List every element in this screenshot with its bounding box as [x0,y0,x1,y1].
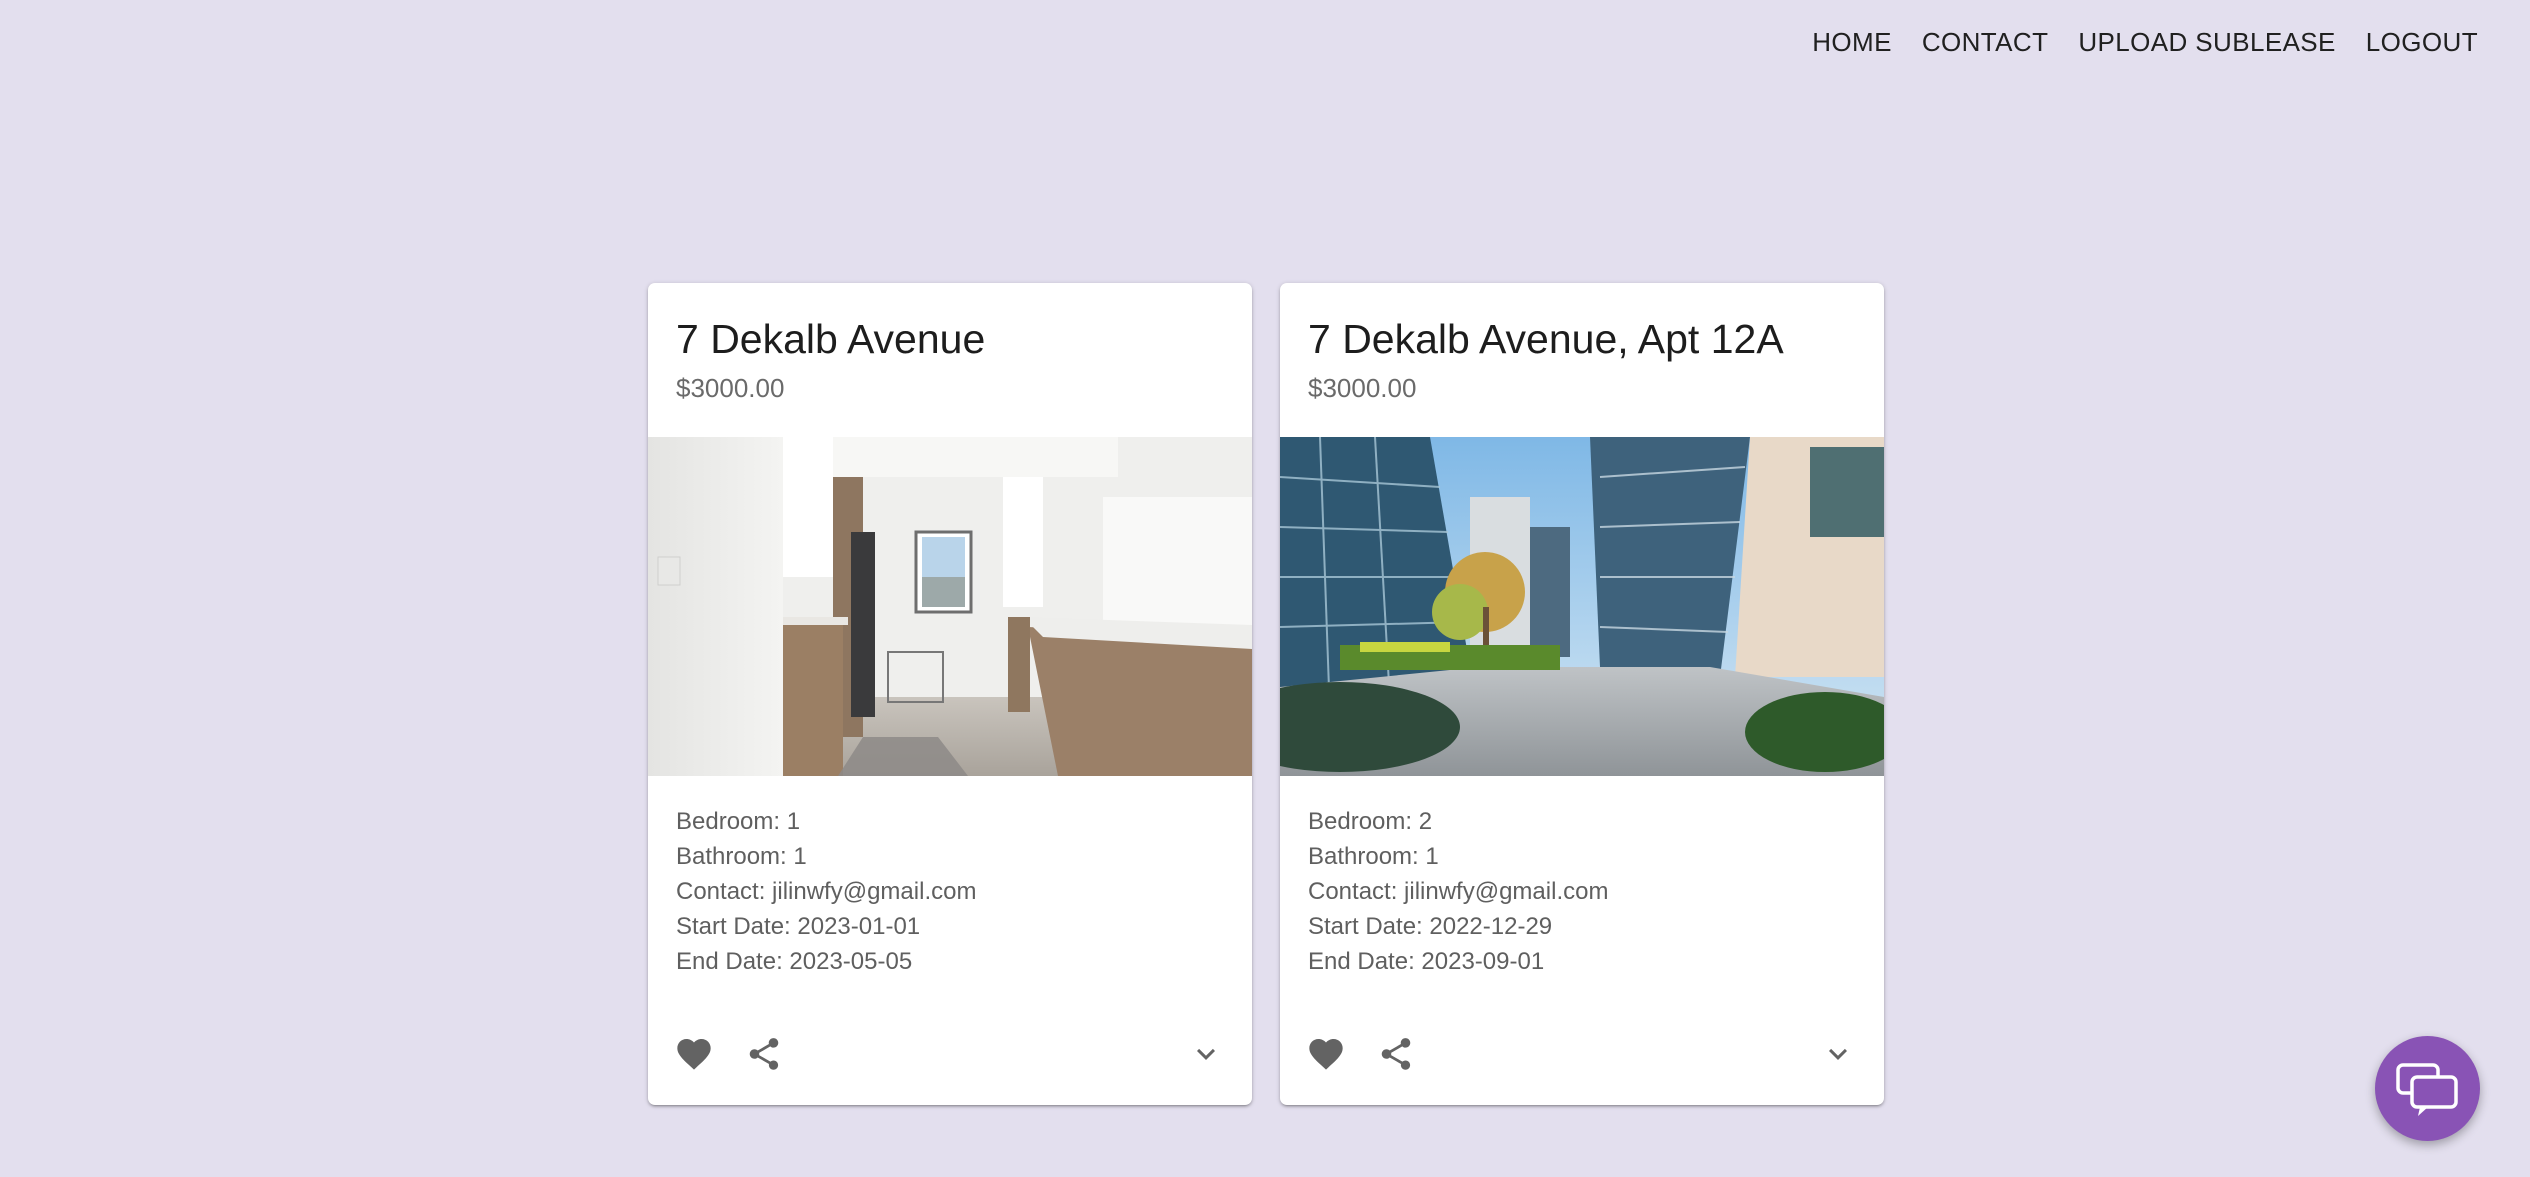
kitchen-photo [648,437,1252,776]
listing-image [1280,437,1884,776]
share-button[interactable] [1368,1026,1424,1082]
share-icon [749,1038,779,1070]
listing-price: $3000.00 [1308,373,1417,403]
end-date: End Date: 2023-05-05 [676,948,913,975]
bedroom-count: Bedroom: 2 [1308,808,1433,835]
apartment-courtyard-photo [1280,437,1884,776]
heart-icon [677,1039,711,1070]
share-button[interactable] [736,1026,792,1082]
nav-contact-link[interactable]: CONTACT [1922,27,2049,58]
card-actions [1280,1003,1884,1105]
favorite-button[interactable] [1298,1026,1354,1082]
card-header: 7 Dekalb Avenue, Apt 12A $3000.00 [1280,283,1884,437]
nav-logout-link[interactable]: LOGOUT [2366,27,2478,58]
chat-bubbles-icon [2395,1062,2458,1116]
heart-icon [1309,1039,1343,1070]
chevron-down-icon [1829,1048,1847,1060]
contact-email: Contact: jilinwfy@gmail.com [1308,878,1609,905]
card-actions [648,1003,1252,1105]
chat-button[interactable] [2375,1036,2480,1141]
nav-home-link[interactable]: HOME [1812,27,1892,58]
expand-button[interactable] [1810,1026,1866,1082]
favorite-button[interactable] [666,1026,722,1082]
listing-card: 7 Dekalb Avenue, Apt 12A $3000.00 Bedroo… [1280,283,1884,1105]
listing-title: 7 Dekalb Avenue, Apt 12A [1308,316,1784,362]
listing-title: 7 Dekalb Avenue [676,316,986,362]
listing-grid: 7 Dekalb Avenue $3000.00 Bedroom: 1 Bath… [648,283,1884,1105]
end-date: End Date: 2023-09-01 [1308,948,1545,975]
nav-upload-sublease-link[interactable]: UPLOAD SUBLEASE [2078,27,2335,58]
card-header: 7 Dekalb Avenue $3000.00 [648,283,1252,437]
listing-details: Bedroom: 2 Bathroom: 1 Contact: jilinwfy… [1280,776,1884,979]
share-icon [1381,1038,1411,1070]
bathroom-count: Bathroom: 1 [1308,843,1439,870]
listing-details: Bedroom: 1 Bathroom: 1 Contact: jilinwfy… [648,776,1252,979]
start-date: Start Date: 2023-01-01 [676,913,921,940]
bathroom-count: Bathroom: 1 [676,843,807,870]
start-date: Start Date: 2022-12-29 [1308,913,1553,940]
chevron-down-icon [1197,1048,1215,1060]
listing-image [648,437,1252,776]
contact-email: Contact: jilinwfy@gmail.com [676,878,977,905]
listing-price: $3000.00 [676,373,785,403]
top-navigation: HOME CONTACT UPLOAD SUBLEASE LOGOUT [1782,0,2530,84]
expand-button[interactable] [1178,1026,1234,1082]
listing-card: 7 Dekalb Avenue $3000.00 Bedroom: 1 Bath… [648,283,1252,1105]
bedroom-count: Bedroom: 1 [676,808,801,835]
